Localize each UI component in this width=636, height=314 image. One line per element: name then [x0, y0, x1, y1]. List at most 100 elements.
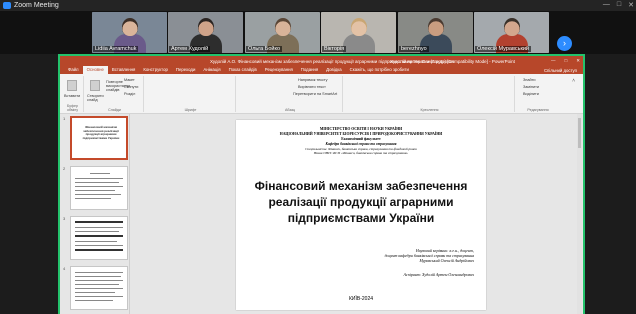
- text-line: [75, 241, 117, 242]
- new-slide-icon[interactable]: [90, 80, 100, 91]
- slides-group-label: Слайди: [108, 108, 121, 112]
- paragraph-group: Напрямок тексту Вирівняти текст Перетвор…: [238, 76, 343, 112]
- supervisor-name: Муравський Олексій Андрійович: [419, 258, 474, 263]
- collapse-ribbon-icon[interactable]: ˄: [572, 78, 575, 84]
- maximize-button[interactable]: □: [617, 1, 621, 9]
- tab-review[interactable]: Рецензування: [261, 66, 297, 74]
- tab-help[interactable]: Довідка: [322, 66, 345, 74]
- person-head: [198, 18, 214, 36]
- text-line: [75, 190, 115, 191]
- ppt-title-bar: Худолій А.О. Фінансовий механізм забезпе…: [60, 56, 583, 66]
- font-group-label: Шрифт: [184, 108, 197, 112]
- new-slide-button[interactable]: Створити слайд: [87, 94, 105, 102]
- clipboard-group: Вставити Буфер обміну: [62, 76, 84, 112]
- drawing-group-label: Креслення: [420, 108, 439, 112]
- minimize-button[interactable]: —: [603, 1, 610, 9]
- replace-button[interactable]: Замінити: [523, 85, 539, 89]
- slide-thumbnail[interactable]: [70, 216, 128, 260]
- paste-icon[interactable]: [67, 80, 77, 91]
- reuse-slides-button[interactable]: Повторне використання слайдів: [106, 80, 130, 92]
- text-line: [75, 300, 113, 301]
- participant-name: Вікторія: [322, 46, 347, 52]
- drawing-group: Креслення: [345, 76, 515, 112]
- person-head: [275, 18, 291, 36]
- next-participants-button[interactable]: ›: [557, 36, 572, 51]
- paragraph-group-label: Абзац: [284, 108, 296, 112]
- tab-design[interactable]: Конструктор: [139, 66, 172, 74]
- text-line: [75, 292, 115, 293]
- slide-thumbnail[interactable]: [70, 266, 128, 310]
- tab-view[interactable]: Подання: [297, 66, 322, 74]
- text-line: [75, 182, 119, 183]
- ppt-maximize-icon[interactable]: □: [565, 58, 568, 64]
- slide-title: Фінансовий механізм забезпечення реаліза…: [254, 179, 468, 225]
- align-text-button[interactable]: Вирівняти текст: [298, 85, 326, 89]
- editing-group: Знайти Замінити Виділити Редагування: [517, 76, 559, 112]
- close-button[interactable]: ✕: [628, 1, 634, 9]
- text-line: [75, 284, 119, 285]
- slide-thumbnail[interactable]: [70, 166, 128, 210]
- text-line: [75, 249, 123, 251]
- slides-group: Створити слайд Повторне використання сла…: [86, 76, 144, 112]
- slide-thumbnail-pane: 1 Фінансовий механізм забезпечення реалі…: [60, 114, 130, 314]
- text-line: [75, 227, 123, 228]
- current-slide[interactable]: МІНІСТЕРСТВО ОСВІТИ І НАУКИ УКРАЇНИ НАЦІ…: [236, 120, 486, 310]
- convert-smartart-button[interactable]: Перетворити на SmartArt: [293, 92, 337, 96]
- tab-animations[interactable]: Анімація: [199, 66, 224, 74]
- text-line: [75, 272, 123, 273]
- zoom-title-bar: Zoom Meeting — □ ✕: [0, 0, 636, 11]
- person-head: [351, 18, 367, 36]
- participant-tile[interactable]: Вікторія: [321, 12, 396, 53]
- ppt-document-title: Худолій А.О. Фінансовий механізм забезпе…: [210, 58, 515, 64]
- ppt-minimize-icon[interactable]: —: [551, 58, 556, 64]
- scrollbar-thumb[interactable]: [578, 118, 581, 148]
- tell-me-search[interactable]: Скажіть, що потрібно зробити: [346, 66, 413, 74]
- person-head: [122, 18, 138, 36]
- participant-tile[interactable]: Lidiia Avramchuk: [92, 12, 167, 53]
- layout-button[interactable]: Макет: [124, 78, 135, 82]
- powerpoint-window: Худолій А.О. Фінансовий механізм забезпе…: [60, 56, 583, 314]
- reset-button[interactable]: Скинути: [124, 85, 138, 89]
- participant-strip: Lidiia Avramchuk Артем Худолій Ольга Бой…: [0, 11, 636, 54]
- tab-transitions[interactable]: Переходи: [172, 66, 199, 74]
- ppt-close-icon[interactable]: ✕: [576, 58, 580, 64]
- person-head: [504, 18, 520, 36]
- text-line: [75, 296, 123, 297]
- text-line: [75, 276, 121, 277]
- tab-slideshow[interactable]: Показ слайдів: [225, 66, 261, 74]
- slide-number: 1: [63, 116, 66, 121]
- text-line: [75, 178, 123, 179]
- tab-insert[interactable]: Вставлення: [108, 66, 139, 74]
- participant-name: berezhnyo: [399, 46, 429, 52]
- slide-aspirant: Аспірант: Худолій Артем Олександрович: [403, 272, 474, 277]
- vertical-scrollbar[interactable]: [577, 114, 582, 314]
- find-button[interactable]: Знайти: [523, 78, 535, 82]
- participant-tile[interactable]: Олексій Муравський: [474, 12, 549, 53]
- tab-file[interactable]: Файл: [64, 66, 83, 74]
- slide-thumbnail[interactable]: Фінансовий механізм забезпечення реаліза…: [70, 116, 128, 160]
- zoom-logo-icon: [3, 2, 11, 9]
- participant-name: Артем Худолій: [169, 46, 211, 52]
- participant-tile[interactable]: Ольга Бойко: [245, 12, 320, 53]
- text-line: [75, 235, 123, 237]
- slide-ministry: МІНІСТЕРСТВО ОСВІТИ І НАУКИ УКРАЇНИ НАЦІ…: [236, 127, 486, 136]
- tab-home[interactable]: Основне: [82, 66, 108, 74]
- slide-number: 2: [63, 166, 66, 171]
- slide-number: 3: [63, 216, 66, 221]
- paste-button[interactable]: Вставити: [64, 94, 80, 98]
- section-button[interactable]: Розділ: [124, 92, 135, 96]
- participant-tile[interactable]: Артем Худолій: [168, 12, 243, 53]
- person-head: [428, 18, 444, 36]
- participant-name: Ольга Бойко: [246, 46, 283, 52]
- chevron-right-icon: ›: [563, 38, 566, 48]
- slide-city-year: КИЇВ-2024: [348, 296, 374, 302]
- university-line: НАЦІОНАЛЬНИЙ УНІВЕРСИТЕТ БІОРЕСУРСІВ І П…: [279, 131, 443, 136]
- text-direction-button[interactable]: Напрямок тексту: [298, 78, 328, 82]
- slide-number: 4: [63, 266, 66, 271]
- slide-specialty: Спеціальність: Фінанси, банківська справ…: [236, 147, 486, 155]
- text-line: [75, 186, 123, 187]
- select-button[interactable]: Виділити: [523, 92, 539, 96]
- share-button[interactable]: Спільний доступ: [544, 68, 577, 73]
- participant-tile[interactable]: berezhnyo: [398, 12, 473, 53]
- text-line: [75, 245, 123, 246]
